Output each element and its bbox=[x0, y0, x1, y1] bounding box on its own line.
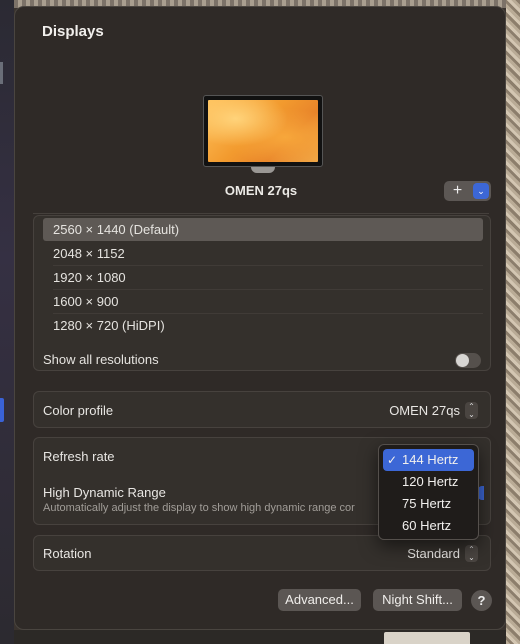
window-title: Displays bbox=[42, 23, 104, 40]
desktop-bottom-edge bbox=[14, 630, 506, 644]
resolution-option[interactable]: 1280 × 720 (HiDPI) bbox=[43, 314, 483, 337]
add-display-button[interactable]: + ⌄ bbox=[444, 181, 491, 201]
refresh-rate-option[interactable]: ✓ 144 Hertz bbox=[383, 449, 474, 471]
resolution-option[interactable]: 2560 × 1440 (Default) bbox=[43, 218, 483, 241]
rotation-row: Rotation Standard ⌃ ⌄ bbox=[33, 535, 491, 571]
hdr-label: High Dynamic Range bbox=[43, 485, 166, 500]
refresh-rate-option-label: 75 Hertz bbox=[402, 496, 452, 511]
color-profile-value[interactable]: OMEN 27qs bbox=[389, 403, 460, 418]
night-shift-button[interactable]: Night Shift... bbox=[373, 589, 462, 611]
show-all-resolutions-label: Show all resolutions bbox=[43, 352, 159, 367]
refresh-rate-option-label: 120 Hertz bbox=[402, 474, 459, 489]
resolution-option[interactable]: 2048 × 1152 bbox=[43, 242, 483, 265]
help-icon[interactable]: ? bbox=[471, 590, 492, 611]
toggle-knob bbox=[456, 354, 469, 367]
rotation-value[interactable]: Standard bbox=[407, 546, 460, 561]
refresh-rate-label: Refresh rate bbox=[43, 449, 115, 464]
rotation-stepper[interactable]: ⌃ ⌄ bbox=[465, 545, 478, 562]
refresh-rate-option[interactable]: 60 Hertz bbox=[383, 515, 474, 537]
refresh-rate-option[interactable]: 75 Hertz bbox=[383, 493, 474, 515]
show-all-resolutions-toggle[interactable] bbox=[455, 353, 481, 368]
background-window-tab bbox=[0, 62, 3, 84]
resolution-list: 2560 × 1440 (Default) 2048 × 1152 1920 ×… bbox=[33, 215, 491, 371]
section-divider bbox=[33, 213, 489, 214]
color-profile-stepper[interactable]: ⌃ ⌄ bbox=[465, 402, 478, 419]
plus-icon[interactable]: + bbox=[444, 181, 471, 201]
color-profile-label: Color profile bbox=[43, 403, 114, 418]
refresh-rate-option-label: 60 Hertz bbox=[402, 518, 452, 533]
refresh-rate-option[interactable]: 120 Hertz bbox=[383, 471, 474, 493]
chevron-down-icon[interactable]: ⌄ bbox=[473, 183, 489, 199]
desktop-right-edge bbox=[506, 0, 520, 644]
desktop-left-edge bbox=[0, 0, 14, 644]
refresh-rate-dropdown-menu: ✓ 144 Hertz 120 Hertz 75 Hertz 60 Hertz bbox=[378, 444, 479, 540]
checkmark-icon: ✓ bbox=[387, 453, 398, 467]
resolution-option[interactable]: 1600 × 900 bbox=[43, 290, 483, 313]
color-profile-row: Color profile OMEN 27qs ⌃ ⌄ bbox=[33, 391, 491, 428]
resolution-option[interactable]: 1920 × 1080 bbox=[43, 266, 483, 289]
refresh-rate-option-label: 144 Hertz bbox=[402, 452, 459, 467]
monitor-wallpaper-preview bbox=[208, 100, 318, 162]
monitor-stand bbox=[251, 167, 275, 173]
rotation-label: Rotation bbox=[43, 546, 92, 561]
display-name: OMEN 27qs bbox=[224, 183, 298, 198]
background-selection-marker bbox=[0, 398, 4, 422]
monitor-icon[interactable] bbox=[203, 95, 323, 167]
chevron-down-icon: ⌄ bbox=[468, 410, 475, 419]
advanced-button[interactable]: Advanced... bbox=[278, 589, 361, 611]
hdr-description: Automatically adjust the display to show… bbox=[43, 502, 355, 514]
chevron-down-icon: ⌄ bbox=[468, 553, 475, 562]
background-thumbnail bbox=[384, 632, 470, 644]
